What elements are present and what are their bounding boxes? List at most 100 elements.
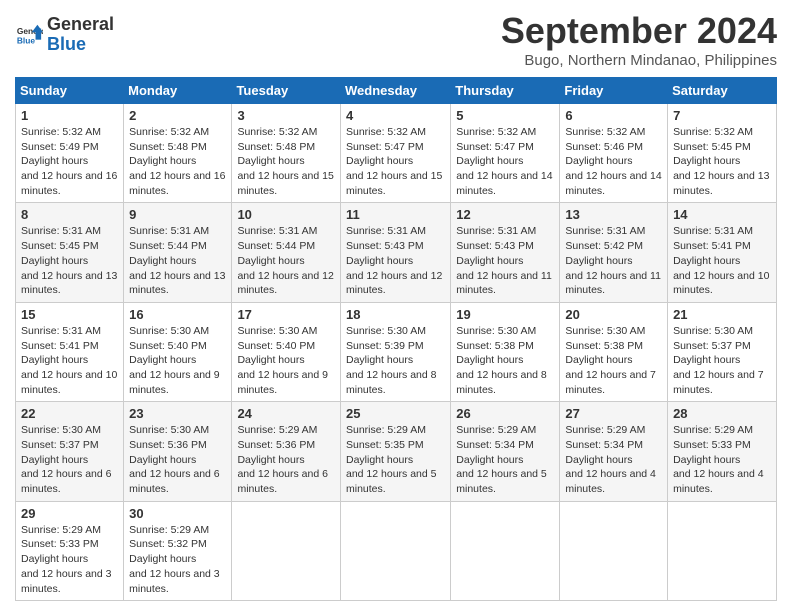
calendar-cell: 21 Sunrise: 5:30 AM Sunset: 5:37 PM Dayl… [668,302,777,401]
day-number: 24 [237,406,335,421]
day-info: Sunrise: 5:32 AM Sunset: 5:47 PM Dayligh… [346,125,445,198]
calendar-cell: 4 Sunrise: 5:32 AM Sunset: 5:47 PM Dayli… [341,104,451,203]
calendar-cell [451,501,560,600]
calendar-cell: 3 Sunrise: 5:32 AM Sunset: 5:48 PM Dayli… [232,104,341,203]
day-number: 10 [237,207,335,222]
calendar-cell: 10 Sunrise: 5:31 AM Sunset: 5:44 PM Dayl… [232,203,341,302]
logo-icon: General Blue [15,21,43,49]
day-info: Sunrise: 5:29 AM Sunset: 5:33 PM Dayligh… [673,423,771,496]
logo: General Blue General Blue [15,15,114,55]
day-number: 25 [346,406,445,421]
logo-text: General Blue [47,15,114,55]
calendar-cell: 30 Sunrise: 5:29 AM Sunset: 5:32 PM Dayl… [124,501,232,600]
calendar-cell: 1 Sunrise: 5:32 AM Sunset: 5:49 PM Dayli… [16,104,124,203]
calendar: Sunday Monday Tuesday Wednesday Thursday… [15,77,777,601]
day-number: 27 [565,406,662,421]
day-info: Sunrise: 5:30 AM Sunset: 5:36 PM Dayligh… [129,423,226,496]
calendar-cell: 9 Sunrise: 5:31 AM Sunset: 5:44 PM Dayli… [124,203,232,302]
day-number: 6 [565,108,662,123]
day-number: 22 [21,406,118,421]
calendar-cell: 28 Sunrise: 5:29 AM Sunset: 5:33 PM Dayl… [668,402,777,501]
header-saturday: Saturday [668,78,777,104]
header-wednesday: Wednesday [341,78,451,104]
day-number: 18 [346,307,445,322]
calendar-cell: 25 Sunrise: 5:29 AM Sunset: 5:35 PM Dayl… [341,402,451,501]
day-info: Sunrise: 5:30 AM Sunset: 5:40 PM Dayligh… [129,324,226,397]
week-row-2: 8 Sunrise: 5:31 AM Sunset: 5:45 PM Dayli… [16,203,777,302]
day-number: 4 [346,108,445,123]
calendar-cell: 13 Sunrise: 5:31 AM Sunset: 5:42 PM Dayl… [560,203,668,302]
day-number: 9 [129,207,226,222]
day-info: Sunrise: 5:31 AM Sunset: 5:41 PM Dayligh… [21,324,118,397]
location-title: Bugo, Northern Mindanao, Philippines [501,52,777,69]
calendar-cell: 19 Sunrise: 5:30 AM Sunset: 5:38 PM Dayl… [451,302,560,401]
header-monday: Monday [124,78,232,104]
week-row-4: 22 Sunrise: 5:30 AM Sunset: 5:37 PM Dayl… [16,402,777,501]
calendar-cell: 23 Sunrise: 5:30 AM Sunset: 5:36 PM Dayl… [124,402,232,501]
header-sunday: Sunday [16,78,124,104]
calendar-cell: 18 Sunrise: 5:30 AM Sunset: 5:39 PM Dayl… [341,302,451,401]
day-info: Sunrise: 5:31 AM Sunset: 5:43 PM Dayligh… [456,224,554,297]
calendar-cell: 16 Sunrise: 5:30 AM Sunset: 5:40 PM Dayl… [124,302,232,401]
day-info: Sunrise: 5:32 AM Sunset: 5:48 PM Dayligh… [129,125,226,198]
day-number: 1 [21,108,118,123]
day-number: 30 [129,506,226,521]
day-number: 29 [21,506,118,521]
day-number: 13 [565,207,662,222]
day-info: Sunrise: 5:31 AM Sunset: 5:44 PM Dayligh… [129,224,226,297]
day-info: Sunrise: 5:29 AM Sunset: 5:33 PM Dayligh… [21,523,118,596]
calendar-cell: 24 Sunrise: 5:29 AM Sunset: 5:36 PM Dayl… [232,402,341,501]
day-number: 12 [456,207,554,222]
calendar-cell: 17 Sunrise: 5:30 AM Sunset: 5:40 PM Dayl… [232,302,341,401]
calendar-cell: 20 Sunrise: 5:30 AM Sunset: 5:38 PM Dayl… [560,302,668,401]
calendar-cell [560,501,668,600]
day-number: 8 [21,207,118,222]
day-number: 21 [673,307,771,322]
day-number: 3 [237,108,335,123]
day-info: Sunrise: 5:30 AM Sunset: 5:37 PM Dayligh… [21,423,118,496]
day-info: Sunrise: 5:31 AM Sunset: 5:45 PM Dayligh… [21,224,118,297]
day-number: 11 [346,207,445,222]
calendar-cell: 22 Sunrise: 5:30 AM Sunset: 5:37 PM Dayl… [16,402,124,501]
svg-text:Blue: Blue [17,35,35,45]
calendar-cell: 8 Sunrise: 5:31 AM Sunset: 5:45 PM Dayli… [16,203,124,302]
day-info: Sunrise: 5:31 AM Sunset: 5:44 PM Dayligh… [237,224,335,297]
header-friday: Friday [560,78,668,104]
day-info: Sunrise: 5:32 AM Sunset: 5:49 PM Dayligh… [21,125,118,198]
day-info: Sunrise: 5:30 AM Sunset: 5:38 PM Dayligh… [565,324,662,397]
calendar-cell: 7 Sunrise: 5:32 AM Sunset: 5:45 PM Dayli… [668,104,777,203]
week-row-1: 1 Sunrise: 5:32 AM Sunset: 5:49 PM Dayli… [16,104,777,203]
day-info: Sunrise: 5:32 AM Sunset: 5:46 PM Dayligh… [565,125,662,198]
day-number: 15 [21,307,118,322]
day-info: Sunrise: 5:29 AM Sunset: 5:34 PM Dayligh… [565,423,662,496]
day-number: 28 [673,406,771,421]
calendar-cell: 29 Sunrise: 5:29 AM Sunset: 5:33 PM Dayl… [16,501,124,600]
day-info: Sunrise: 5:32 AM Sunset: 5:45 PM Dayligh… [673,125,771,198]
day-info: Sunrise: 5:29 AM Sunset: 5:32 PM Dayligh… [129,523,226,596]
day-number: 16 [129,307,226,322]
days-header-row: Sunday Monday Tuesday Wednesday Thursday… [16,78,777,104]
day-info: Sunrise: 5:31 AM Sunset: 5:42 PM Dayligh… [565,224,662,297]
day-number: 20 [565,307,662,322]
day-info: Sunrise: 5:29 AM Sunset: 5:35 PM Dayligh… [346,423,445,496]
day-number: 26 [456,406,554,421]
header-tuesday: Tuesday [232,78,341,104]
day-number: 7 [673,108,771,123]
calendar-cell: 15 Sunrise: 5:31 AM Sunset: 5:41 PM Dayl… [16,302,124,401]
day-info: Sunrise: 5:32 AM Sunset: 5:48 PM Dayligh… [237,125,335,198]
day-info: Sunrise: 5:30 AM Sunset: 5:40 PM Dayligh… [237,324,335,397]
day-info: Sunrise: 5:31 AM Sunset: 5:43 PM Dayligh… [346,224,445,297]
month-title: September 2024 [501,10,777,52]
day-info: Sunrise: 5:32 AM Sunset: 5:47 PM Dayligh… [456,125,554,198]
day-number: 14 [673,207,771,222]
title-area: September 2024 Bugo, Northern Mindanao, … [501,10,777,69]
calendar-cell: 5 Sunrise: 5:32 AM Sunset: 5:47 PM Dayli… [451,104,560,203]
calendar-cell: 11 Sunrise: 5:31 AM Sunset: 5:43 PM Dayl… [341,203,451,302]
header-thursday: Thursday [451,78,560,104]
day-info: Sunrise: 5:29 AM Sunset: 5:34 PM Dayligh… [456,423,554,496]
calendar-cell: 26 Sunrise: 5:29 AM Sunset: 5:34 PM Dayl… [451,402,560,501]
day-number: 2 [129,108,226,123]
calendar-cell: 14 Sunrise: 5:31 AM Sunset: 5:41 PM Dayl… [668,203,777,302]
day-number: 17 [237,307,335,322]
calendar-cell [668,501,777,600]
